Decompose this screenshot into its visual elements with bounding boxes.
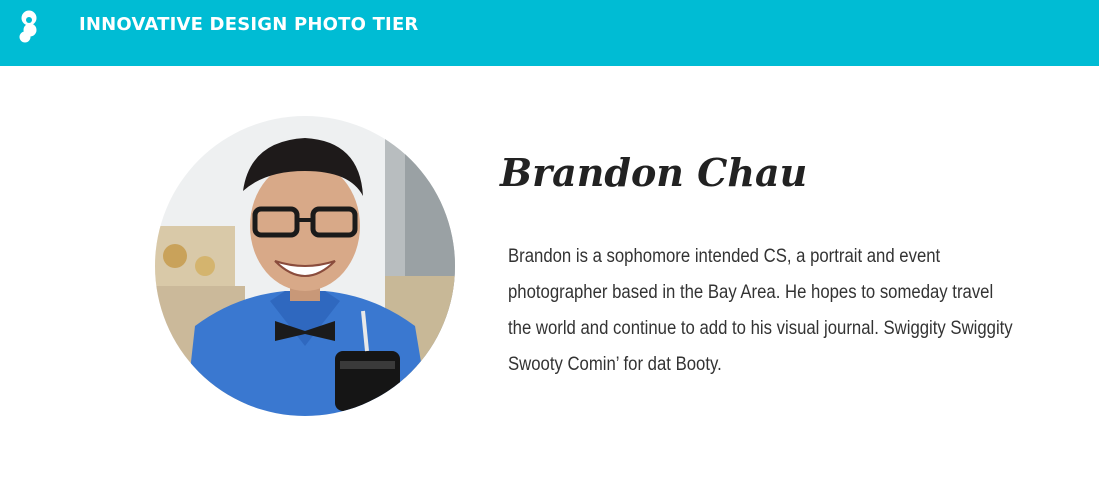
profile-name: Brandon Chau	[500, 150, 808, 195]
top-navigation-bar: INNOVATIVE DESIGN PHOTO TIER	[0, 0, 1099, 66]
innovative-design-logo-icon[interactable]	[16, 10, 42, 44]
site-title[interactable]: INNOVATIVE DESIGN PHOTO TIER	[79, 14, 419, 35]
profile-bio: Brandon is a sophomore intended CS, a po…	[508, 246, 1013, 375]
profile-photo	[155, 116, 455, 416]
